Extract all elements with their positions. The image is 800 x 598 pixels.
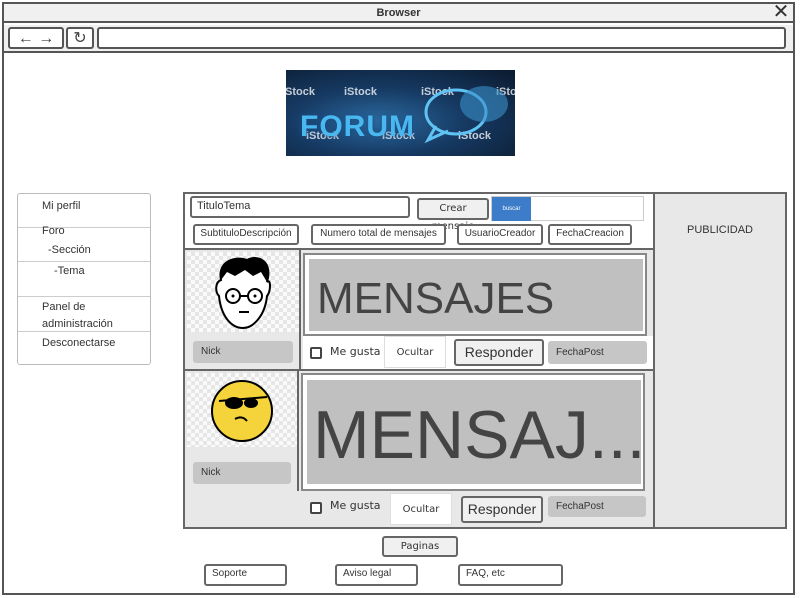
message-box: MENSAJ... <box>301 373 645 491</box>
speech-bubbles-icon <box>424 86 508 144</box>
hide-button[interactable]: Ocultar <box>384 336 446 368</box>
banner-title: FORUM <box>300 110 415 143</box>
hide-button[interactable]: Ocultar <box>390 493 452 525</box>
sidebar-item-foro[interactable]: Foro <box>18 225 150 237</box>
post-author-panel: Nick <box>185 250 301 369</box>
sidebar-item-panel-administracion[interactable]: Panel de administración <box>18 298 150 332</box>
sidebar-item-tema[interactable]: -Tema <box>18 263 150 297</box>
glasses-face-icon <box>215 257 271 330</box>
message-text: MENSAJES <box>309 259 643 331</box>
avatar <box>187 373 297 447</box>
banner-brand: iStock <box>286 86 316 98</box>
back-forward-buttons: ← → <box>8 27 64 49</box>
legal-notice-link[interactable]: Aviso legal <box>335 564 418 586</box>
sidebar-item-desconectarse[interactable]: Desconectarse <box>18 337 150 363</box>
reload-icon[interactable]: ↻ <box>66 27 94 49</box>
banner-brand: iStock <box>344 86 378 98</box>
close-icon[interactable]: ✕ <box>772 2 790 22</box>
reply-button[interactable]: Responder <box>461 496 543 523</box>
support-link[interactable]: Soporte <box>204 564 287 586</box>
forum-banner: iStock iStock iStock iStock iStock iStoc… <box>286 70 515 156</box>
like-label: Me gusta <box>330 499 381 512</box>
post-date-label: FechaPost <box>548 496 646 517</box>
creation-date-chip[interactable]: FechaCreacion <box>548 224 632 245</box>
sidebar-menu: Mi perfil Foro -Sección -Tema Panel de a… <box>17 193 151 365</box>
topic-subtitle-chip[interactable]: SubtituloDescripción <box>193 224 299 245</box>
total-messages-chip[interactable]: Numero total de mensajes <box>311 224 446 245</box>
pages-button[interactable]: Paginas <box>382 536 458 557</box>
topic-title-field[interactable]: TituloTema <box>190 196 410 218</box>
like-checkbox[interactable] <box>310 502 322 514</box>
search-button[interactable]: buscar <box>492 197 531 221</box>
arrow-right-icon[interactable]: → <box>38 30 54 47</box>
like-label: Me gusta <box>330 345 381 358</box>
sidebar-item-mi-perfil[interactable]: Mi perfil <box>18 200 150 228</box>
sunglasses-smiley-icon <box>211 380 273 442</box>
window-title: Browser <box>4 4 793 23</box>
message-text: MENSAJ... <box>307 380 641 484</box>
like-checkbox[interactable] <box>310 347 322 359</box>
reply-button[interactable]: Responder <box>454 339 544 366</box>
ads-panel: PUBLICIDAD <box>655 192 787 529</box>
creator-user-chip[interactable]: UsuarioCreador <box>457 224 543 245</box>
nick-label: Nick <box>193 462 291 484</box>
sidebar-item-foro-group: Foro -Sección <box>18 225 150 262</box>
arrow-left-icon[interactable]: ← <box>18 30 34 47</box>
avatar <box>187 252 299 332</box>
sidebar-item-seccion[interactable]: -Sección <box>18 244 150 256</box>
url-bar[interactable] <box>97 27 786 49</box>
create-message-button[interactable]: Crear mensaje <box>417 198 489 232</box>
message-box: MENSAJES <box>303 253 647 336</box>
nick-label: Nick <box>193 341 293 363</box>
post-date-label: FechaPost <box>548 341 647 364</box>
post-author-panel: Nick <box>185 371 299 491</box>
faq-link[interactable]: FAQ, etc <box>458 564 563 586</box>
